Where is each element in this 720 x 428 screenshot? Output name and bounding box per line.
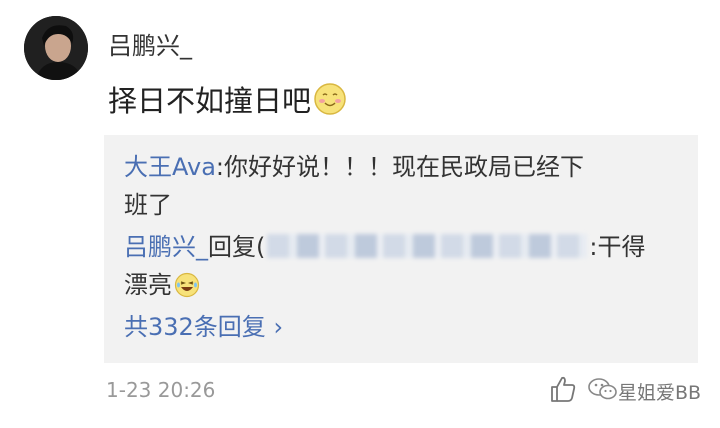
reply-1-separator: : xyxy=(215,153,225,181)
comment-author[interactable]: 吕鹏兴_ xyxy=(108,26,192,61)
reply-1-text: 你好好说！！！现在民政局已经下 xyxy=(224,153,585,181)
reply-1-line-2: 班了 xyxy=(124,187,172,223)
laugh-emoji-icon xyxy=(174,272,200,298)
reply-2-line-1: 吕鹏兴_回复( :干得 xyxy=(124,229,645,265)
smile-emoji-icon xyxy=(314,83,346,115)
reply-2-reply-word: 回复 xyxy=(208,233,256,261)
reply-2-text-cont: 漂亮 xyxy=(124,271,172,299)
reply-1-text-cont: 班了 xyxy=(124,191,172,219)
comment-text: 择日不如撞日吧 xyxy=(108,84,312,118)
comment-timestamp: 1-23 20:26 xyxy=(106,378,216,402)
thumbs-up-icon[interactable] xyxy=(548,374,578,404)
reply-2-after-blur: :干得 xyxy=(589,233,646,261)
comment-text-row: 择日不如撞日吧 xyxy=(108,78,347,120)
reply-2-author[interactable]: 吕鹏兴_ xyxy=(124,233,208,261)
reply-2-open-paren: ( xyxy=(256,233,266,261)
user-avatar[interactable] xyxy=(24,16,88,80)
chevron-right-icon: › xyxy=(273,313,284,341)
blurred-username xyxy=(267,234,588,258)
reply-1-line-1: 大王Ava:你好好说！！！现在民政局已经下 xyxy=(124,149,584,185)
watermark-text: 星姐爱BB xyxy=(618,382,702,404)
replies-box: 大王Ava:你好好说！！！现在民政局已经下 班了 吕鹏兴_回复( :干得 漂亮 共… xyxy=(104,135,698,363)
wechat-icon xyxy=(588,378,617,400)
reply-1-author[interactable]: 大王Ava xyxy=(124,153,216,181)
avatar-image xyxy=(24,16,88,80)
more-replies-link[interactable]: 共332条回复 › xyxy=(124,309,283,345)
more-replies-label: 共332条回复 xyxy=(124,313,266,341)
reply-2-line-2: 漂亮 xyxy=(124,267,200,303)
